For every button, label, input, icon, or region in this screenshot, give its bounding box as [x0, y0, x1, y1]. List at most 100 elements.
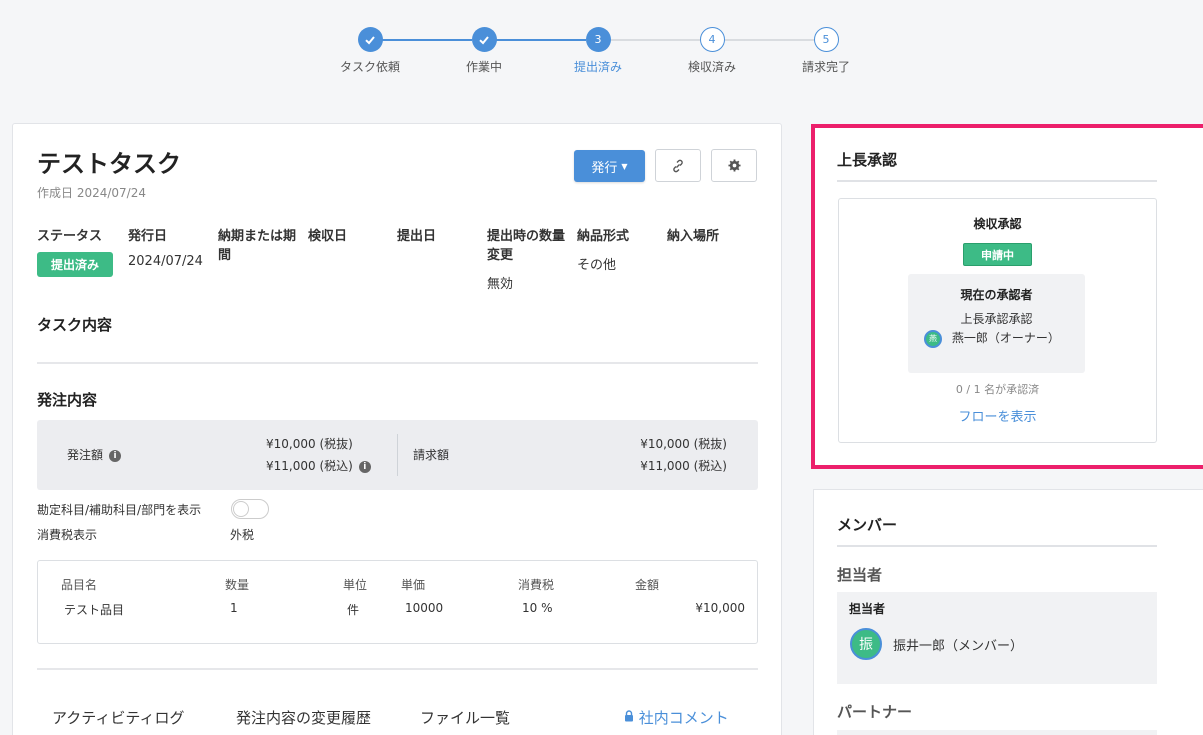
step-task-request: タスク依頼 — [330, 27, 410, 75]
assignee-section-title: 担当者 — [837, 566, 883, 584]
settings-button[interactable] — [711, 149, 757, 182]
info-icon[interactable]: i — [109, 449, 122, 462]
order-amount-incl: ¥11,000 (税込) — [266, 459, 353, 473]
order-amount-excl: ¥10,000 (税抜) — [266, 437, 353, 451]
gear-icon — [727, 159, 741, 172]
check-icon — [357, 27, 383, 52]
invoice-incl: ¥11,000 (税込) — [640, 459, 727, 473]
approval-step-title: 検収承認 — [973, 217, 1022, 231]
order-summary: 発注額 i ¥10,000 (税抜) ¥11,000 (税込) i 請求額 ¥10,… — [37, 420, 758, 490]
task-content-heading: タスク内容 — [37, 316, 113, 334]
tab-file-list[interactable]: ファイル一覧 — [420, 707, 510, 728]
divider — [837, 545, 1157, 547]
tab-label: 社内コメント — [638, 709, 729, 727]
column-header: 数量 — [225, 578, 250, 592]
tax-display-value: 外税 — [230, 528, 255, 542]
members-title: メンバー — [837, 516, 898, 534]
step-inspected: 4 検収済み — [672, 27, 752, 75]
step-label: 検収済み — [687, 60, 736, 74]
step-number: 4 — [699, 27, 725, 52]
order-amount-incl-group: ¥11,000 (税込) i — [266, 457, 371, 474]
issue-dropdown-button[interactable]: 発行 ▼ — [574, 150, 645, 182]
field-label: 発行日 — [128, 229, 168, 244]
items-table: 品目名 数量 単位 単価 消費税 金額 テスト品目 1 件 10000 10 %… — [37, 560, 758, 644]
partner-box — [837, 730, 1157, 735]
divider — [37, 668, 758, 670]
lock-icon — [624, 708, 634, 726]
toggle-knob — [233, 501, 249, 517]
item-name: テスト品目 — [64, 603, 125, 617]
step-label: 請求完了 — [801, 60, 850, 74]
link-icon — [673, 159, 683, 172]
approver-role: 上長承認承認 — [960, 312, 1033, 326]
column-header: 品目名 — [61, 578, 98, 592]
field-label: 納入場所 — [667, 229, 720, 244]
issue-date-field: 発行日 2024/07/24 — [128, 227, 213, 269]
assignee-box-label: 担当者 — [849, 602, 886, 616]
invoice-excl: ¥10,000 (税抜) — [640, 437, 727, 451]
field-label: 納品形式 — [577, 229, 630, 244]
step-billed: 5 請求完了 — [786, 27, 866, 75]
tab-change-history[interactable]: 発注内容の変更履歴 — [236, 707, 371, 728]
approval-progress: 0 / 1 名が承認済 — [955, 383, 1040, 396]
copy-link-button[interactable] — [655, 149, 701, 182]
item-amount: ¥10,000 — [695, 601, 745, 615]
field-label: 検収日 — [308, 229, 348, 244]
account-toggle-label: 勘定科目/補助科目/部門を表示 — [37, 503, 202, 517]
status-badge: 申請中 — [963, 243, 1032, 266]
column-header: 単価 — [401, 578, 426, 592]
divider — [37, 362, 758, 364]
field-value: その他 — [577, 258, 617, 273]
invoice-label: 請求額 — [413, 448, 450, 462]
caret-down-icon: ▼ — [621, 161, 628, 171]
step-label: 作業中 — [465, 60, 502, 74]
item-unit-price: 10000 — [405, 601, 444, 615]
task-detail-card: テストタスク 作成日 2024/07/24 発行 ▼ ステータス 提出済み 発行… — [12, 123, 782, 735]
approval-title: 上長承認 — [837, 151, 898, 169]
field-value: 2024/07/24 — [128, 254, 203, 269]
check-icon — [471, 27, 497, 52]
column-header: 単位 — [343, 578, 368, 592]
delivery-format-field: 納品形式 その他 — [577, 227, 662, 273]
tab-activity-log[interactable]: アクティビティログ — [52, 707, 184, 728]
column-header: 金額 — [635, 578, 660, 592]
column-header: 消費税 — [518, 578, 555, 592]
account-display-toggle[interactable] — [231, 499, 269, 519]
item-unit: 件 — [347, 603, 360, 617]
inspection-date-field: 検収日 — [308, 227, 393, 246]
current-approver-label: 現在の承認者 — [960, 288, 1033, 302]
field-label: 提出時の数量変更 — [487, 229, 566, 263]
info-icon[interactable]: i — [358, 460, 371, 473]
item-quantity: 1 — [230, 601, 238, 615]
order-amount-label-group: 発注額 i — [67, 446, 122, 463]
assignee-name: 振井一郎（メンバー） — [893, 639, 1024, 654]
status-badge: 提出済み — [37, 252, 114, 277]
created-date: 作成日 2024/07/24 — [37, 186, 146, 200]
approver: 燕 燕一郎（オーナー） — [924, 329, 1060, 348]
avatar: 振 — [850, 628, 882, 660]
field-value: 無効 — [487, 277, 514, 292]
due-field: 納期または期間 — [218, 227, 300, 265]
show-flow-link[interactable]: フローを表示 — [838, 406, 1157, 425]
tax-display-label: 消費税表示 — [37, 528, 98, 542]
qty-change-field: 提出時の数量変更 無効 — [487, 227, 571, 292]
progress-stepper: タスク依頼 作業中 3 提出済み 4 検収済み 5 請求完了 — [330, 27, 870, 77]
current-approver-box: 現在の承認者 上長承認承認 燕 燕一郎（オーナー） — [908, 274, 1085, 373]
step-label: 提出済み — [573, 60, 622, 74]
field-label: 納期または期間 — [218, 229, 297, 263]
field-label: ステータス — [37, 229, 103, 244]
delivery-place-field: 納入場所 — [667, 227, 752, 246]
order-content-heading: 発注内容 — [37, 391, 98, 409]
page-title: テストタスク — [37, 150, 181, 178]
item-tax: 10 % — [522, 601, 553, 615]
avatar: 燕 — [924, 329, 942, 348]
step-label: タスク依頼 — [339, 60, 400, 74]
submit-date-field: 提出日 — [397, 227, 482, 246]
divider — [397, 434, 398, 476]
step-in-progress: 作業中 — [444, 27, 524, 75]
tab-internal-comments[interactable]: 社内コメント — [624, 707, 729, 728]
step-number: 5 — [813, 27, 839, 52]
step-number: 3 — [585, 27, 611, 52]
step-submitted: 3 提出済み — [558, 27, 638, 75]
approver-name: 燕一郎（オーナー） — [951, 331, 1060, 345]
